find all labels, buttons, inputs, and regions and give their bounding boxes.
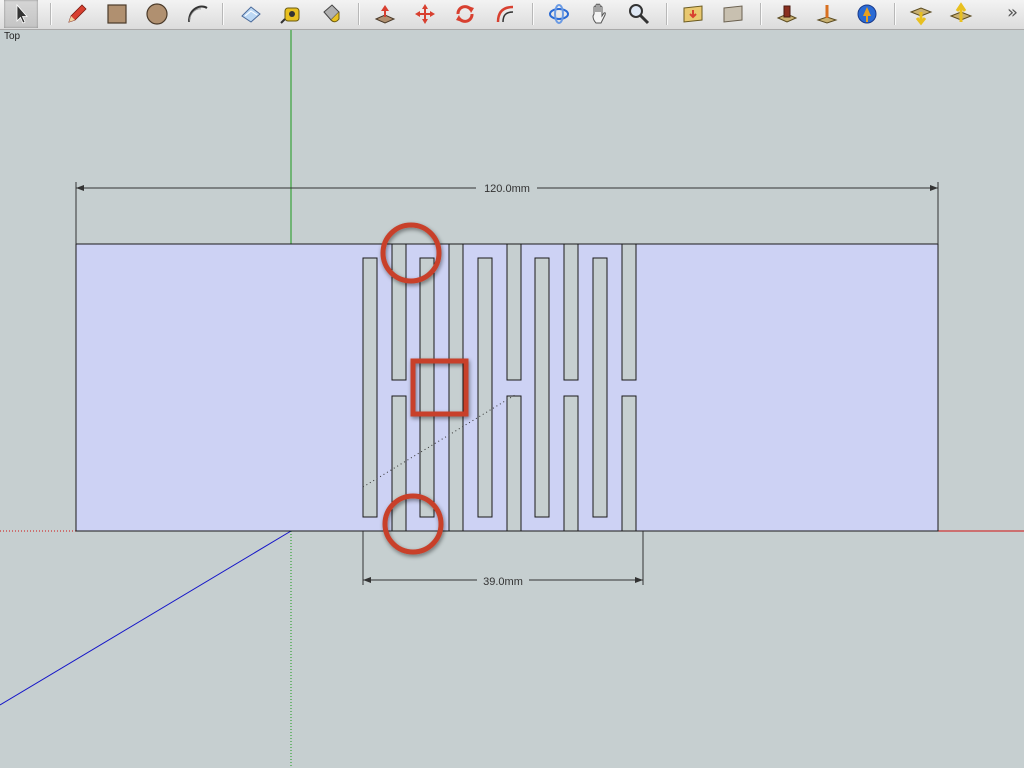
- blue-axis: [0, 530, 292, 706]
- model-face[interactable]: [75, 243, 939, 532]
- dimension-120mm[interactable]: 120.0mm: [75, 182, 939, 244]
- dimension-120mm-label: 120.0mm: [484, 183, 530, 195]
- dimension-39mm-label: 39.0mm: [483, 576, 523, 588]
- dimension-39mm[interactable]: 39.0mm: [362, 531, 644, 588]
- model-viewport[interactable]: 120.0mm 39.0mm: [0, 0, 1024, 768]
